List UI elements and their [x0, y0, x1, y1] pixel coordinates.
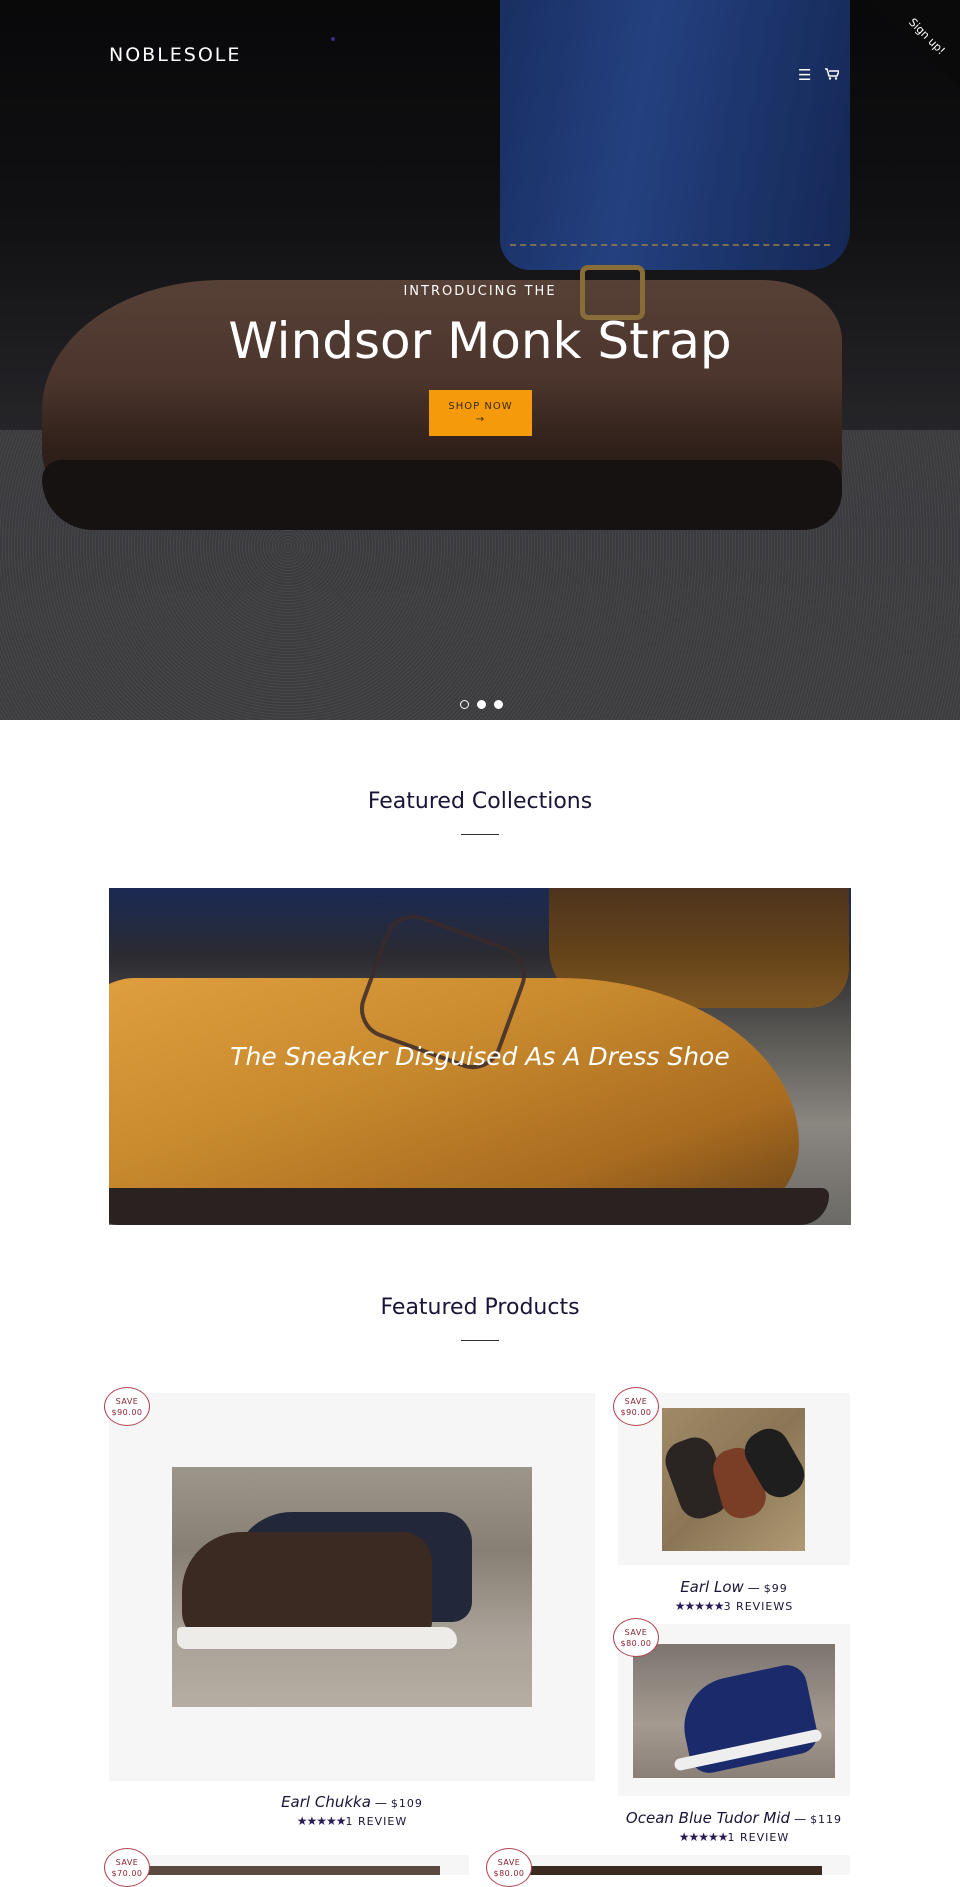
slider-dot-3[interactable]	[494, 700, 503, 709]
badge-label: SAVE	[624, 1396, 648, 1406]
star-rating-icon: ★★★★★	[296, 1814, 347, 1828]
save-badge: SAVE $90.00	[104, 1387, 150, 1426]
product-image-next-1[interactable]	[130, 1866, 440, 1875]
review-count[interactable]: 1 REVIEW	[346, 1815, 408, 1828]
site-logo[interactable]: NOBLESOLE	[109, 44, 241, 66]
review-count[interactable]: 1 REVIEW	[728, 1831, 790, 1844]
hero-eyebrow: INTRODUCING THE	[403, 284, 557, 299]
save-badge: SAVE $90.00	[613, 1387, 659, 1426]
product-name[interactable]: Earl Chukka	[281, 1793, 371, 1811]
save-badge: SAVE $70.00	[104, 1848, 150, 1887]
signup-corner-ribbon[interactable]: Sign up!	[870, 0, 960, 90]
badge-label: SAVE	[115, 1396, 139, 1406]
featured-products-title: Featured Products	[380, 1295, 580, 1320]
product-rating: ★★★★★3 REVIEWS	[618, 1599, 850, 1613]
product-rating: ★★★★★1 REVIEW	[109, 1814, 595, 1828]
product-image-earl-chukka[interactable]	[172, 1467, 532, 1707]
arrow-right-icon: →	[475, 414, 486, 425]
badge-label: SAVE	[497, 1857, 521, 1867]
boot-brown	[182, 1532, 432, 1642]
badge-amount: $70.00	[111, 1868, 143, 1878]
badge-amount: $80.00	[493, 1868, 525, 1878]
hero-banner: NOBLESOLE ☰ Sign up! INTRODUCING THE Win…	[0, 0, 960, 720]
badge-amount: $80.00	[620, 1638, 652, 1648]
product-name[interactable]: Ocean Blue Tudor Mid	[626, 1809, 790, 1827]
product-price: $119	[810, 1813, 843, 1826]
badge-amount: $90.00	[111, 1407, 143, 1417]
product-title-earl-low[interactable]: Earl Low — $99	[618, 1578, 850, 1596]
collection-shoe-sole	[109, 1188, 829, 1225]
save-badge: SAVE $80.00	[613, 1618, 659, 1657]
slider-dot-1[interactable]	[460, 700, 469, 709]
price-separator: —	[747, 1581, 760, 1595]
badge-amount: $90.00	[620, 1407, 652, 1417]
badge-label: SAVE	[115, 1857, 139, 1867]
boot-sole	[177, 1627, 457, 1649]
featured-collections-title: Featured Collections	[367, 789, 593, 814]
section-divider	[461, 834, 499, 835]
price-separator: —	[374, 1796, 387, 1810]
star-rating-icon: ★★★★★	[678, 1830, 729, 1844]
slider-dot-2[interactable]	[477, 700, 486, 709]
shop-now-label: SHOP NOW	[448, 401, 513, 412]
section-divider	[461, 1340, 499, 1341]
hamburger-menu-icon[interactable]: ☰	[798, 66, 811, 84]
decorative-dot	[331, 37, 335, 41]
hero-title: Windsor Monk Strap	[228, 312, 732, 370]
product-title-ocean-blue-tudor-mid[interactable]: Ocean Blue Tudor Mid — $119	[618, 1809, 850, 1827]
header-icons: ☰	[798, 66, 841, 84]
product-image-ocean-blue-tudor-mid[interactable]	[633, 1644, 835, 1778]
collection-card[interactable]: The Sneaker Disguised As A Dress Shoe	[109, 888, 851, 1225]
cart-icon[interactable]	[825, 66, 841, 84]
product-price: $109	[390, 1797, 423, 1810]
star-rating-icon: ★★★★★	[674, 1599, 725, 1613]
badge-label: SAVE	[624, 1627, 648, 1637]
signup-ribbon-shape	[870, 0, 960, 90]
price-separator: —	[794, 1812, 807, 1826]
product-price: $99	[763, 1582, 788, 1595]
product-title-earl-chukka[interactable]: Earl Chukka — $109	[109, 1793, 595, 1811]
product-image-earl-low[interactable]	[662, 1408, 805, 1551]
product-image-next-2[interactable]	[512, 1866, 822, 1875]
product-name[interactable]: Earl Low	[680, 1578, 744, 1596]
slider-dots	[460, 700, 503, 709]
product-rating: ★★★★★1 REVIEW	[618, 1830, 850, 1844]
collection-title[interactable]: The Sneaker Disguised As A Dress Shoe	[109, 1042, 851, 1071]
shop-now-button[interactable]: SHOP NOW →	[429, 390, 532, 436]
save-badge: SAVE $80.00	[486, 1848, 532, 1887]
review-count[interactable]: 3 REVIEWS	[724, 1600, 794, 1613]
